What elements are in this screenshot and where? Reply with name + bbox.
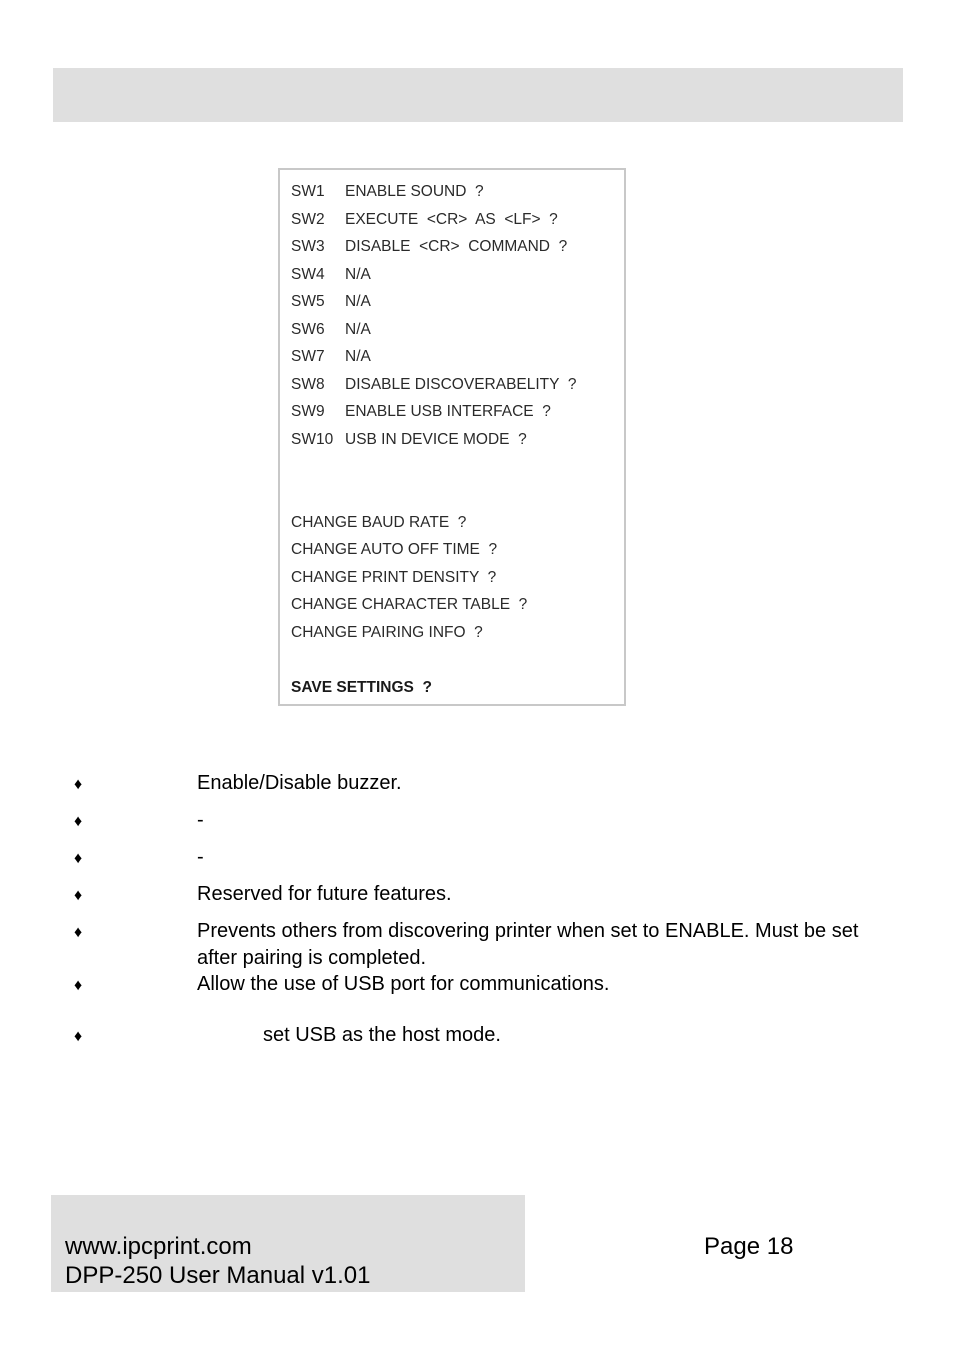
diamond-bullet-icon: ♦ [74, 1028, 83, 1045]
switch-label: N/A [345, 321, 371, 338]
description-sw9: Allow the use of USB port for communicat… [197, 973, 610, 995]
switch-id: SW4 [291, 266, 325, 283]
switch-id: SW3 [291, 238, 325, 255]
menu-item-character-table: CHANGE CHARACTER TABLE ? [291, 596, 528, 613]
diamond-bullet-icon: ♦ [74, 776, 83, 793]
menu-item-sw1: SW1 ENABLE SOUND ? [291, 183, 484, 201]
description-sw2: - [197, 809, 204, 831]
switch-label: EXECUTE <CR> AS <LF> ? [345, 211, 558, 228]
settings-menu-screenshot: SW1 ENABLE SOUND ? SW2 EXECUTE <CR> AS <LF… [278, 168, 626, 706]
switch-label: N/A [345, 266, 371, 283]
description-sw1: Enable/Disable buzzer. [197, 772, 402, 794]
switch-label: N/A [345, 293, 371, 310]
menu-item-sw10: SW10 USB IN DEVICE MODE ? [291, 431, 527, 449]
switch-id: SW1 [291, 183, 325, 200]
description-sw10: set USB as the host mode. [263, 1024, 501, 1046]
footer-website: www.ipcprint.com [65, 1233, 252, 1260]
menu-item-baud-rate: CHANGE BAUD RATE ? [291, 514, 467, 531]
menu-item-sw8: SW8 DISABLE DISCOVERABELITY ? [291, 376, 576, 394]
menu-item-sw4: SW4 N/A [291, 266, 371, 284]
switch-label: USB IN DEVICE MODE ? [345, 431, 527, 448]
page-number: Page 18 [704, 1233, 794, 1260]
menu-item-sw2: SW2 EXECUTE <CR> AS <LF> ? [291, 211, 558, 229]
menu-item-sw5: SW5 N/A [291, 293, 371, 311]
switch-label: ENABLE USB INTERFACE ? [345, 403, 551, 420]
diamond-bullet-icon: ♦ [74, 813, 83, 830]
diamond-bullet-icon: ♦ [74, 850, 83, 867]
menu-item-auto-off-time: CHANGE AUTO OFF TIME ? [291, 541, 498, 558]
switch-id: SW10 [291, 431, 334, 448]
switch-id: SW5 [291, 293, 325, 310]
switch-id: SW2 [291, 211, 325, 228]
menu-item-sw6: SW6 N/A [291, 321, 371, 339]
switch-label: DISABLE DISCOVERABELITY ? [345, 376, 577, 393]
menu-item-save-settings: SAVE SETTINGS ? [291, 679, 432, 696]
description-sw4-7: Reserved for future features. [197, 883, 452, 905]
menu-item-sw3: SW3 DISABLE <CR> COMMAND ? [291, 238, 567, 256]
switch-label: DISABLE <CR> COMMAND ? [345, 238, 568, 255]
description-sw3: - [197, 846, 204, 868]
switch-id: SW7 [291, 348, 325, 365]
description-sw8: Prevents others from discovering printer… [197, 920, 859, 969]
switch-id: SW9 [291, 403, 325, 420]
header-bar [53, 68, 903, 122]
menu-item-print-density: CHANGE PRINT DENSITY ? [291, 569, 497, 586]
switch-id: SW6 [291, 321, 325, 338]
menu-item-sw7: SW7 N/A [291, 348, 371, 366]
switch-id: SW8 [291, 376, 325, 393]
diamond-bullet-icon: ♦ [74, 924, 83, 941]
diamond-bullet-icon: ♦ [74, 887, 83, 904]
diamond-bullet-icon: ♦ [74, 977, 83, 994]
footer-manual-title: DPP-250 User Manual v1.01 [65, 1262, 371, 1289]
switch-label: N/A [345, 348, 371, 365]
menu-item-pairing-info: CHANGE PAIRING INFO ? [291, 624, 483, 641]
switch-label: ENABLE SOUND ? [345, 183, 484, 200]
menu-item-sw9: SW9 ENABLE USB INTERFACE ? [291, 403, 551, 421]
